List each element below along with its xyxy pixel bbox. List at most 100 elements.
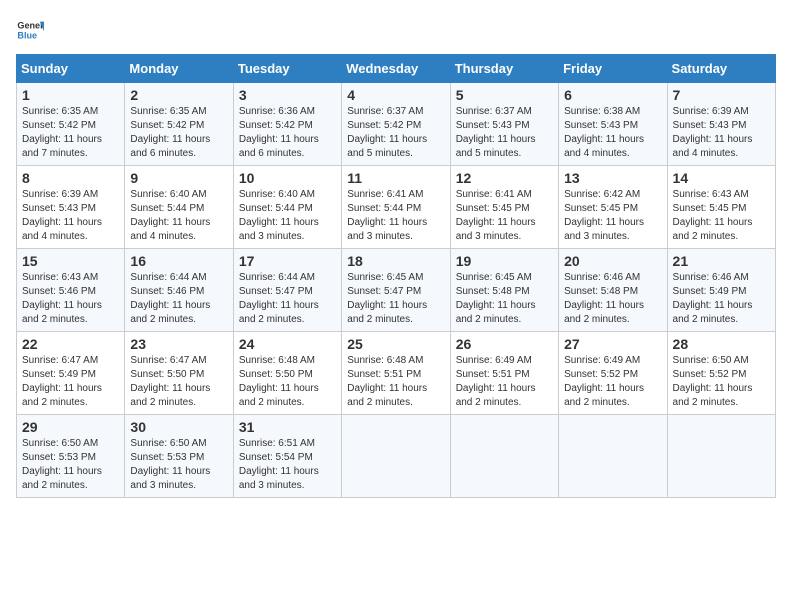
calendar-cell: 16 Sunrise: 6:44 AMSunset: 5:46 PMDaylig… bbox=[125, 249, 233, 332]
calendar-week-row: 29 Sunrise: 6:50 AMSunset: 5:53 PMDaylig… bbox=[17, 415, 776, 498]
day-number: 14 bbox=[673, 170, 770, 186]
day-number: 12 bbox=[456, 170, 553, 186]
day-number: 23 bbox=[130, 336, 227, 352]
calendar-cell: 19 Sunrise: 6:45 AMSunset: 5:48 PMDaylig… bbox=[450, 249, 558, 332]
day-info: Sunrise: 6:49 AMSunset: 5:52 PMDaylight:… bbox=[564, 354, 661, 410]
calendar-cell: 12 Sunrise: 6:41 AMSunset: 5:45 PMDaylig… bbox=[450, 166, 558, 249]
day-info: Sunrise: 6:35 AMSunset: 5:42 PMDaylight:… bbox=[22, 105, 119, 161]
day-number: 21 bbox=[673, 253, 770, 269]
day-number: 16 bbox=[130, 253, 227, 269]
day-info: Sunrise: 6:39 AMSunset: 5:43 PMDaylight:… bbox=[22, 188, 119, 244]
day-info: Sunrise: 6:47 AMSunset: 5:49 PMDaylight:… bbox=[22, 354, 119, 410]
day-number: 8 bbox=[22, 170, 119, 186]
day-number: 7 bbox=[673, 87, 770, 103]
day-info: Sunrise: 6:39 AMSunset: 5:43 PMDaylight:… bbox=[673, 105, 770, 161]
calendar-cell: 29 Sunrise: 6:50 AMSunset: 5:53 PMDaylig… bbox=[17, 415, 125, 498]
weekday-header-thursday: Thursday bbox=[450, 55, 558, 83]
day-info: Sunrise: 6:50 AMSunset: 5:53 PMDaylight:… bbox=[130, 437, 227, 493]
day-number: 26 bbox=[456, 336, 553, 352]
day-number: 22 bbox=[22, 336, 119, 352]
day-number: 29 bbox=[22, 419, 119, 435]
day-number: 24 bbox=[239, 336, 336, 352]
calendar-cell bbox=[342, 415, 450, 498]
day-info: Sunrise: 6:40 AMSunset: 5:44 PMDaylight:… bbox=[239, 188, 336, 244]
weekday-header-sunday: Sunday bbox=[17, 55, 125, 83]
calendar-cell: 17 Sunrise: 6:44 AMSunset: 5:47 PMDaylig… bbox=[233, 249, 341, 332]
day-number: 5 bbox=[456, 87, 553, 103]
day-info: Sunrise: 6:50 AMSunset: 5:53 PMDaylight:… bbox=[22, 437, 119, 493]
day-info: Sunrise: 6:47 AMSunset: 5:50 PMDaylight:… bbox=[130, 354, 227, 410]
svg-text:General: General bbox=[17, 21, 44, 31]
calendar-cell: 31 Sunrise: 6:51 AMSunset: 5:54 PMDaylig… bbox=[233, 415, 341, 498]
day-number: 11 bbox=[347, 170, 444, 186]
day-info: Sunrise: 6:35 AMSunset: 5:42 PMDaylight:… bbox=[130, 105, 227, 161]
day-number: 10 bbox=[239, 170, 336, 186]
calendar-cell: 5 Sunrise: 6:37 AMSunset: 5:43 PMDayligh… bbox=[450, 83, 558, 166]
day-info: Sunrise: 6:48 AMSunset: 5:51 PMDaylight:… bbox=[347, 354, 444, 410]
day-number: 25 bbox=[347, 336, 444, 352]
day-info: Sunrise: 6:45 AMSunset: 5:48 PMDaylight:… bbox=[456, 271, 553, 327]
calendar-cell: 25 Sunrise: 6:48 AMSunset: 5:51 PMDaylig… bbox=[342, 332, 450, 415]
calendar-cell: 28 Sunrise: 6:50 AMSunset: 5:52 PMDaylig… bbox=[667, 332, 775, 415]
day-number: 4 bbox=[347, 87, 444, 103]
day-info: Sunrise: 6:51 AMSunset: 5:54 PMDaylight:… bbox=[239, 437, 336, 493]
day-info: Sunrise: 6:43 AMSunset: 5:46 PMDaylight:… bbox=[22, 271, 119, 327]
day-number: 31 bbox=[239, 419, 336, 435]
calendar-cell: 27 Sunrise: 6:49 AMSunset: 5:52 PMDaylig… bbox=[559, 332, 667, 415]
calendar-cell: 23 Sunrise: 6:47 AMSunset: 5:50 PMDaylig… bbox=[125, 332, 233, 415]
svg-text:Blue: Blue bbox=[17, 30, 37, 40]
day-info: Sunrise: 6:36 AMSunset: 5:42 PMDaylight:… bbox=[239, 105, 336, 161]
calendar-cell: 11 Sunrise: 6:41 AMSunset: 5:44 PMDaylig… bbox=[342, 166, 450, 249]
logo-icon: General Blue bbox=[16, 16, 44, 44]
calendar-table: SundayMondayTuesdayWednesdayThursdayFrid… bbox=[16, 54, 776, 498]
weekday-header-friday: Friday bbox=[559, 55, 667, 83]
day-number: 18 bbox=[347, 253, 444, 269]
calendar-cell: 26 Sunrise: 6:49 AMSunset: 5:51 PMDaylig… bbox=[450, 332, 558, 415]
calendar-week-row: 15 Sunrise: 6:43 AMSunset: 5:46 PMDaylig… bbox=[17, 249, 776, 332]
day-number: 20 bbox=[564, 253, 661, 269]
calendar-cell: 2 Sunrise: 6:35 AMSunset: 5:42 PMDayligh… bbox=[125, 83, 233, 166]
calendar-week-row: 8 Sunrise: 6:39 AMSunset: 5:43 PMDayligh… bbox=[17, 166, 776, 249]
day-number: 1 bbox=[22, 87, 119, 103]
calendar-cell: 18 Sunrise: 6:45 AMSunset: 5:47 PMDaylig… bbox=[342, 249, 450, 332]
calendar-cell: 13 Sunrise: 6:42 AMSunset: 5:45 PMDaylig… bbox=[559, 166, 667, 249]
weekday-header-tuesday: Tuesday bbox=[233, 55, 341, 83]
calendar-cell: 9 Sunrise: 6:40 AMSunset: 5:44 PMDayligh… bbox=[125, 166, 233, 249]
calendar-week-row: 22 Sunrise: 6:47 AMSunset: 5:49 PMDaylig… bbox=[17, 332, 776, 415]
day-info: Sunrise: 6:41 AMSunset: 5:44 PMDaylight:… bbox=[347, 188, 444, 244]
day-info: Sunrise: 6:42 AMSunset: 5:45 PMDaylight:… bbox=[564, 188, 661, 244]
day-info: Sunrise: 6:41 AMSunset: 5:45 PMDaylight:… bbox=[456, 188, 553, 244]
day-number: 3 bbox=[239, 87, 336, 103]
calendar-cell: 7 Sunrise: 6:39 AMSunset: 5:43 PMDayligh… bbox=[667, 83, 775, 166]
calendar-cell: 14 Sunrise: 6:43 AMSunset: 5:45 PMDaylig… bbox=[667, 166, 775, 249]
calendar-cell: 3 Sunrise: 6:36 AMSunset: 5:42 PMDayligh… bbox=[233, 83, 341, 166]
calendar-cell bbox=[667, 415, 775, 498]
day-number: 19 bbox=[456, 253, 553, 269]
calendar-week-row: 1 Sunrise: 6:35 AMSunset: 5:42 PMDayligh… bbox=[17, 83, 776, 166]
day-info: Sunrise: 6:46 AMSunset: 5:48 PMDaylight:… bbox=[564, 271, 661, 327]
calendar-cell: 22 Sunrise: 6:47 AMSunset: 5:49 PMDaylig… bbox=[17, 332, 125, 415]
logo: General Blue bbox=[16, 16, 48, 44]
day-info: Sunrise: 6:46 AMSunset: 5:49 PMDaylight:… bbox=[673, 271, 770, 327]
day-info: Sunrise: 6:44 AMSunset: 5:47 PMDaylight:… bbox=[239, 271, 336, 327]
weekday-header-wednesday: Wednesday bbox=[342, 55, 450, 83]
day-number: 17 bbox=[239, 253, 336, 269]
weekday-header-saturday: Saturday bbox=[667, 55, 775, 83]
day-info: Sunrise: 6:49 AMSunset: 5:51 PMDaylight:… bbox=[456, 354, 553, 410]
calendar-cell: 8 Sunrise: 6:39 AMSunset: 5:43 PMDayligh… bbox=[17, 166, 125, 249]
day-info: Sunrise: 6:50 AMSunset: 5:52 PMDaylight:… bbox=[673, 354, 770, 410]
day-info: Sunrise: 6:48 AMSunset: 5:50 PMDaylight:… bbox=[239, 354, 336, 410]
calendar-cell: 21 Sunrise: 6:46 AMSunset: 5:49 PMDaylig… bbox=[667, 249, 775, 332]
weekday-header-monday: Monday bbox=[125, 55, 233, 83]
day-number: 27 bbox=[564, 336, 661, 352]
calendar-cell bbox=[559, 415, 667, 498]
calendar-cell: 20 Sunrise: 6:46 AMSunset: 5:48 PMDaylig… bbox=[559, 249, 667, 332]
page-header: General Blue bbox=[16, 16, 776, 44]
day-info: Sunrise: 6:40 AMSunset: 5:44 PMDaylight:… bbox=[130, 188, 227, 244]
day-number: 13 bbox=[564, 170, 661, 186]
day-info: Sunrise: 6:44 AMSunset: 5:46 PMDaylight:… bbox=[130, 271, 227, 327]
day-number: 28 bbox=[673, 336, 770, 352]
day-number: 15 bbox=[22, 253, 119, 269]
day-number: 30 bbox=[130, 419, 227, 435]
calendar-cell: 6 Sunrise: 6:38 AMSunset: 5:43 PMDayligh… bbox=[559, 83, 667, 166]
